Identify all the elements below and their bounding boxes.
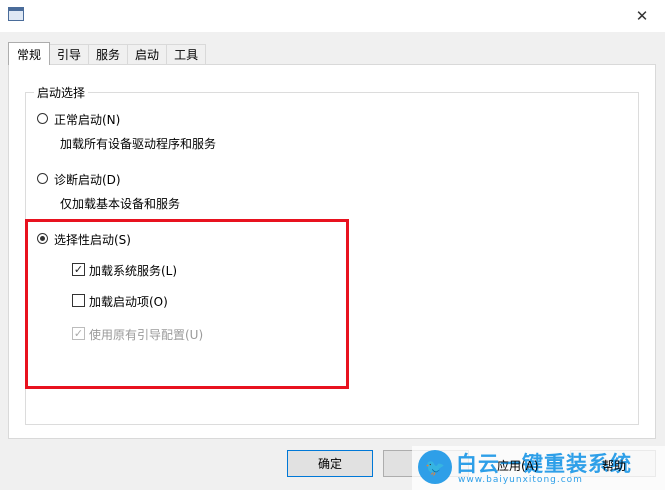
normal-startup-description: 加载所有设备驱动程序和服务 bbox=[60, 137, 217, 151]
red-highlight-box bbox=[25, 219, 349, 389]
app-icon bbox=[8, 7, 24, 21]
normal-startup-radio[interactable] bbox=[37, 113, 48, 124]
tab-general[interactable]: 常规 bbox=[8, 42, 51, 65]
group-title: 启动选择 bbox=[34, 84, 89, 101]
tab-strip: 常规 引导 服务 启动 工具 bbox=[8, 42, 207, 65]
ok-button[interactable]: 确定 bbox=[287, 450, 373, 477]
twitter-bird-icon: 🐦 bbox=[418, 450, 452, 484]
diagnostic-startup-description: 仅加载基本设备和服务 bbox=[60, 197, 181, 211]
close-button[interactable]: ✕ bbox=[627, 4, 657, 28]
tab-boot[interactable]: 引导 bbox=[49, 44, 90, 64]
tab-tools[interactable]: 工具 bbox=[166, 44, 207, 64]
apply-button-label[interactable]: 应用(A) bbox=[497, 457, 539, 474]
close-icon: ✕ bbox=[635, 7, 649, 25]
diagnostic-startup-label[interactable]: 诊断启动(D) bbox=[54, 171, 121, 188]
normal-startup-label[interactable]: 正常启动(N) bbox=[54, 111, 120, 128]
diagnostic-startup-radio[interactable] bbox=[37, 173, 48, 184]
watermark-url: www.baiyunxitong.com bbox=[458, 475, 583, 485]
tab-startup[interactable]: 启动 bbox=[127, 44, 168, 64]
title-bar: ✕ bbox=[0, 0, 665, 32]
tab-services[interactable]: 服务 bbox=[88, 44, 129, 64]
help-button-label[interactable]: 帮助 bbox=[602, 457, 626, 474]
